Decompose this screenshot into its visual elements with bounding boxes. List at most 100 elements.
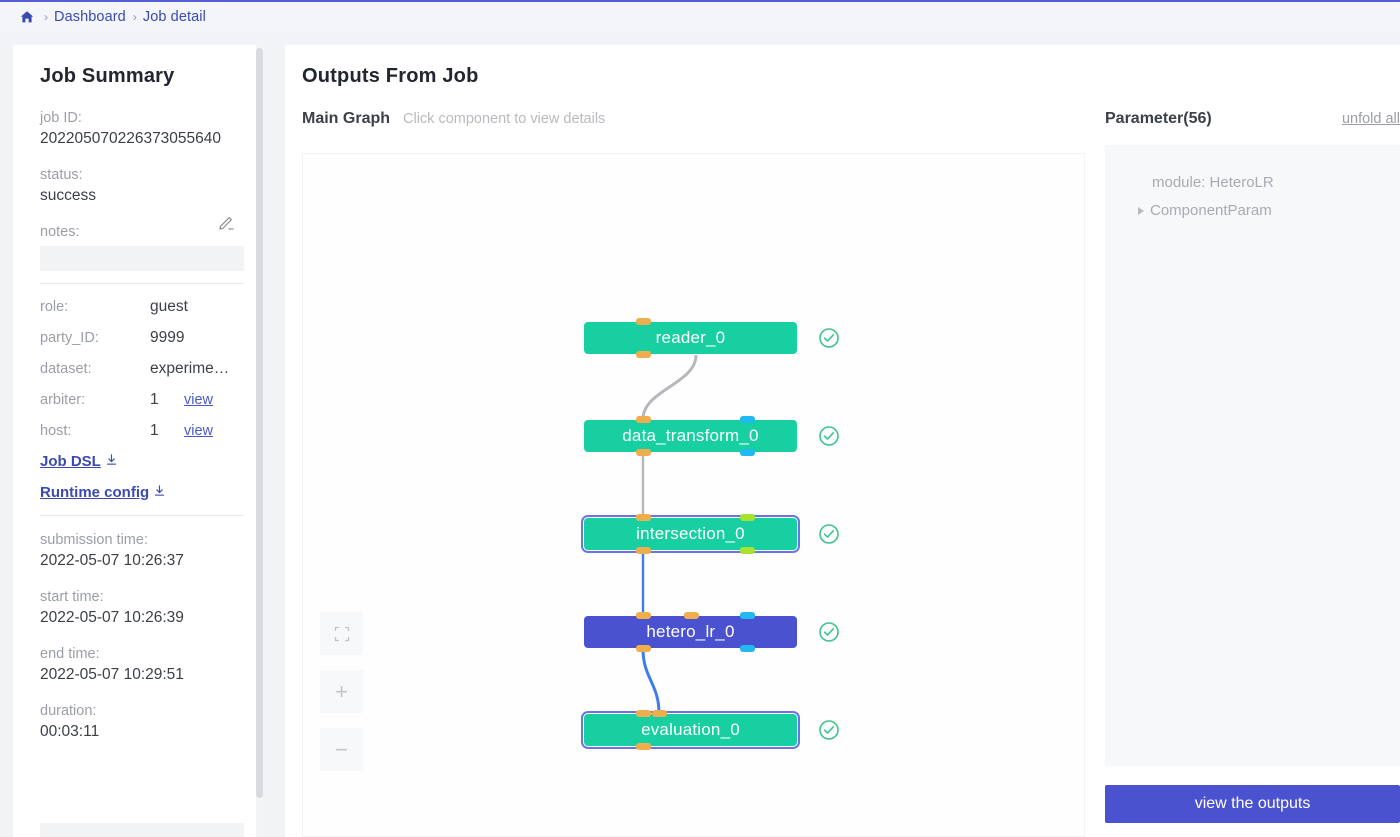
breadcrumb-separator-1: › — [44, 10, 48, 24]
graph-node-evaluation-0[interactable]: evaluation_0 — [584, 714, 797, 746]
graph-node-port[interactable] — [636, 710, 651, 717]
field-party-id-value: 9999 — [150, 329, 184, 347]
graph-node-label: data_transform_0 — [622, 426, 758, 446]
graph-node-port[interactable] — [636, 416, 651, 423]
node-status-check-circle-icon — [818, 425, 840, 447]
page-title: Job Summary — [40, 65, 240, 88]
parameter-line-component-param[interactable]: ComponentParam — [1138, 197, 1400, 225]
sidebar-bottom-field[interactable] — [40, 823, 244, 837]
download-job-dsl-link[interactable]: Job DSL — [40, 453, 118, 470]
graph-node-port[interactable] — [636, 449, 651, 456]
end-time-value: 2022-05-07 10:29:51 — [40, 664, 240, 685]
graph-node-port[interactable] — [740, 645, 755, 652]
submission-time-block: submission time: 2022-05-07 10:26:37 — [40, 530, 240, 571]
field-role-label: role: — [40, 299, 150, 315]
graph-node-port[interactable] — [636, 645, 651, 652]
zoom-in-label: + — [335, 681, 348, 703]
graph-node-port[interactable] — [636, 318, 651, 325]
graph-node-port[interactable] — [740, 612, 755, 619]
duration-label: duration: — [40, 701, 240, 721]
node-status-check-circle-icon — [818, 327, 840, 349]
node-status-check-circle-icon — [818, 719, 840, 741]
graph-node-intersection-0[interactable]: intersection_0 — [584, 518, 797, 550]
notes-input[interactable] — [40, 246, 244, 271]
field-role-value: guest — [150, 298, 188, 316]
graph-node-data-transform-0[interactable]: data_transform_0 — [584, 420, 797, 452]
zoom-out-button[interactable]: − — [320, 728, 363, 771]
download-icon — [105, 453, 118, 470]
graph-node-label: hetero_lr_0 — [646, 622, 734, 642]
main-graph-label: Main Graph — [302, 110, 390, 128]
view-outputs-button[interactable]: view the outputs — [1105, 785, 1400, 823]
parameter-line-module: module: HeteroLR — [1138, 169, 1400, 197]
graph-node-port[interactable] — [636, 612, 651, 619]
sidebar-scrollbar-thumb[interactable] — [256, 48, 263, 798]
unfold-all-link[interactable]: unfold all — [1342, 111, 1400, 127]
job-id-block: job ID: 202205070226373055640 — [40, 108, 240, 149]
start-time-block: start time: 2022-05-07 10:26:39 — [40, 587, 240, 628]
download-job-dsl-label: Job DSL — [40, 453, 101, 470]
submission-time-value: 2022-05-07 10:26:37 — [40, 550, 240, 571]
field-arbiter: arbiter: 1 view — [40, 391, 240, 409]
pencil-icon[interactable] — [216, 212, 236, 237]
breadcrumb-separator-2: › — [133, 10, 137, 24]
breadcrumb: › Dashboard › Job detail — [0, 0, 1400, 31]
status-label: status: — [40, 165, 240, 185]
node-status-check-circle-icon — [818, 523, 840, 545]
graph-header: Main Graph Click component to view detai… — [302, 110, 605, 128]
graph-node-port[interactable] — [636, 514, 651, 521]
field-arbiter-count: 1 — [150, 391, 184, 409]
graph-node-port[interactable] — [636, 351, 651, 358]
notes-label: notes: — [40, 222, 80, 242]
graph-node-port[interactable] — [740, 449, 755, 456]
node-status-check-circle-icon — [818, 621, 840, 643]
end-time-block: end time: 2022-05-07 10:29:51 — [40, 644, 240, 685]
outputs-panel: Outputs From Job Main Graph Click compon… — [285, 45, 1400, 837]
view-arbiter-link[interactable]: view — [184, 392, 213, 408]
graph-canvas[interactable]: reader_0 data_transform_0 intersection_0he… — [302, 153, 1085, 837]
parameter-header: Parameter(56) unfold all — [1105, 110, 1400, 128]
graph-node-port[interactable] — [740, 547, 755, 554]
graph-node-reader-0[interactable]: reader_0 — [584, 322, 797, 354]
field-host-label: host: — [40, 423, 150, 439]
field-dataset: dataset: experime… — [40, 360, 240, 378]
field-party-id: party_ID: 9999 — [40, 329, 240, 347]
field-role: role: guest — [40, 298, 240, 316]
chevron-right-icon[interactable] — [1138, 207, 1144, 215]
field-host: host: 1 view — [40, 422, 240, 440]
duration-block: duration: 00:03:11 — [40, 701, 240, 742]
zoom-in-button[interactable]: + — [320, 670, 363, 713]
graph-node-port[interactable] — [636, 743, 651, 750]
graph-node-port[interactable] — [684, 612, 699, 619]
sidebar-scrollbar[interactable] — [256, 45, 264, 837]
fit-screen-button[interactable] — [320, 612, 363, 655]
parameter-title: Parameter(56) — [1105, 110, 1212, 128]
breadcrumb-item-dashboard[interactable]: Dashboard — [54, 9, 126, 25]
end-time-label: end time: — [40, 644, 240, 664]
start-time-label: start time: — [40, 587, 240, 607]
field-dataset-label: dataset: — [40, 361, 150, 377]
download-runtime-config-link[interactable]: Runtime config — [40, 484, 166, 501]
zoom-out-label: − — [335, 739, 348, 761]
graph-node-label: evaluation_0 — [641, 720, 740, 740]
download-icon — [153, 484, 166, 501]
submission-time-label: submission time: — [40, 530, 240, 550]
notes-block: notes: — [40, 222, 240, 271]
divider-1 — [40, 283, 244, 284]
graph-node-port[interactable] — [636, 547, 651, 554]
start-time-value: 2022-05-07 10:26:39 — [40, 607, 240, 628]
parameter-line-component-param-text: ComponentParam — [1150, 197, 1272, 225]
graph-node-hetero-lr-0[interactable]: hetero_lr_0 — [584, 616, 797, 648]
parameter-body: module: HeteroLR ComponentParam — [1105, 145, 1400, 766]
graph-node-port[interactable] — [740, 514, 755, 521]
home-icon[interactable] — [19, 9, 35, 25]
field-dataset-value: experime… — [150, 360, 229, 378]
field-arbiter-label: arbiter: — [40, 392, 150, 408]
graph-node-port[interactable] — [740, 416, 755, 423]
parameter-line-module-text: module: HeteroLR — [1152, 169, 1274, 197]
view-host-link[interactable]: view — [184, 423, 213, 439]
graph-node-port[interactable] — [652, 710, 667, 717]
breadcrumb-item-job-detail[interactable]: Job detail — [143, 9, 206, 25]
fit-screen-icon — [334, 626, 350, 642]
duration-value: 00:03:11 — [40, 721, 240, 742]
